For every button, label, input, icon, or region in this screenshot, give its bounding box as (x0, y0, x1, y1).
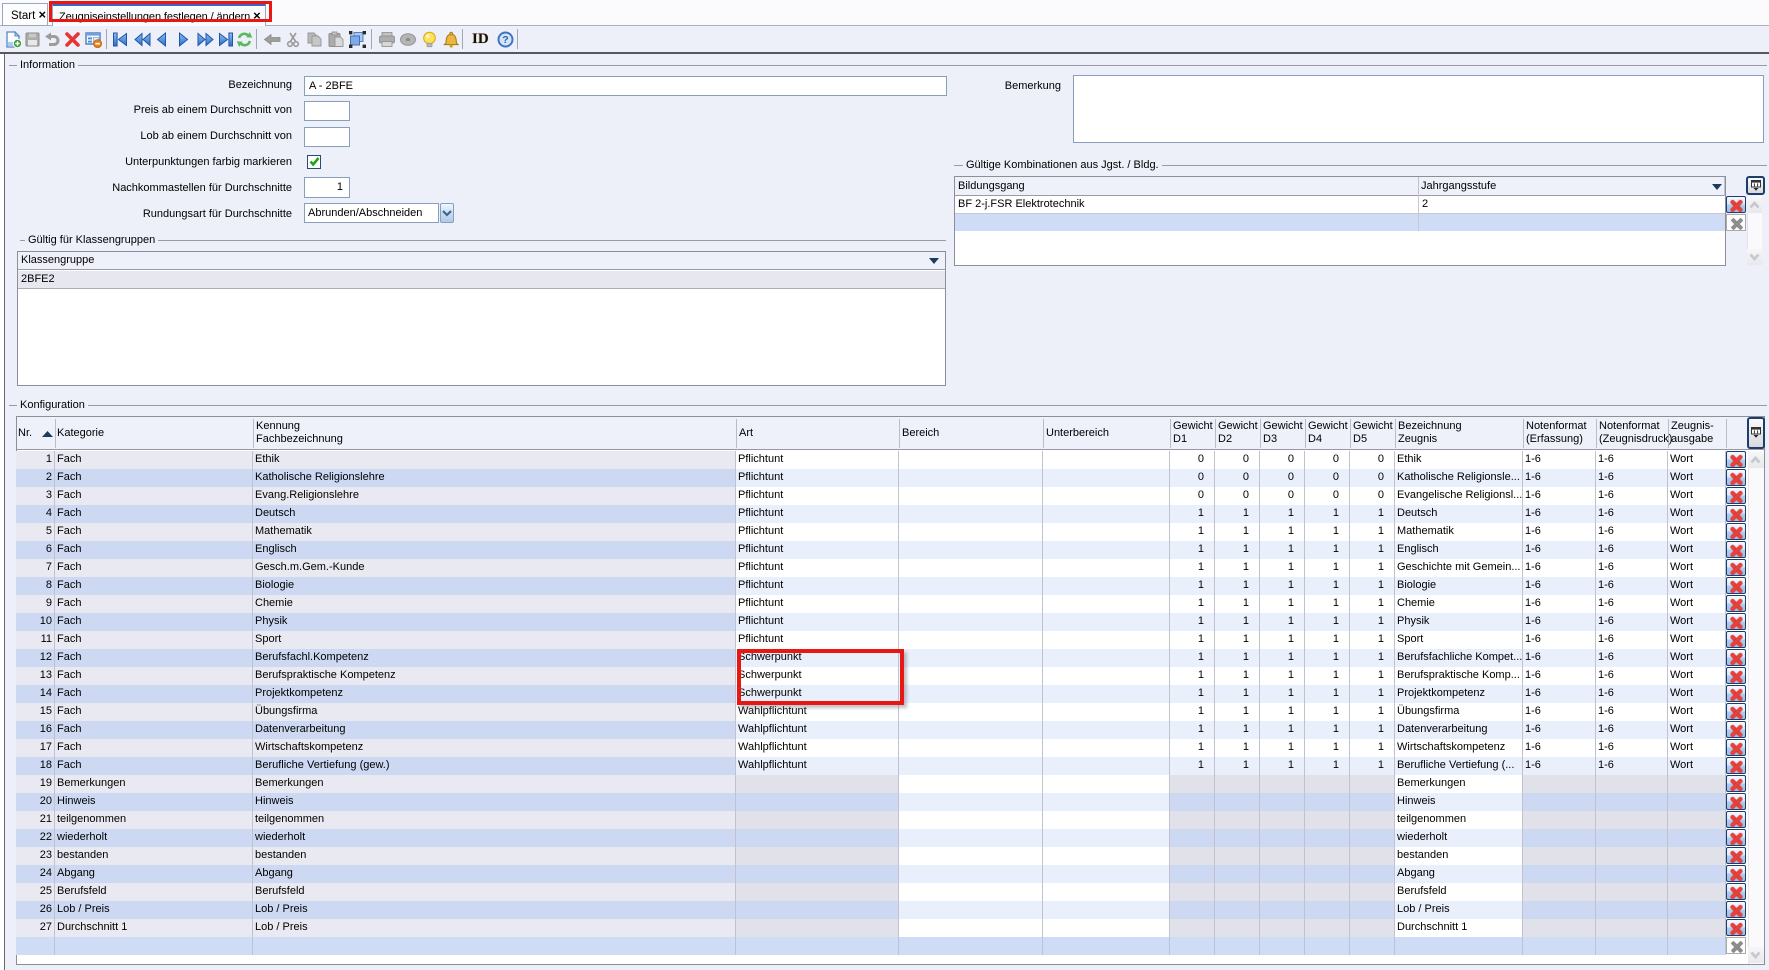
svg-text:?: ? (502, 34, 508, 46)
